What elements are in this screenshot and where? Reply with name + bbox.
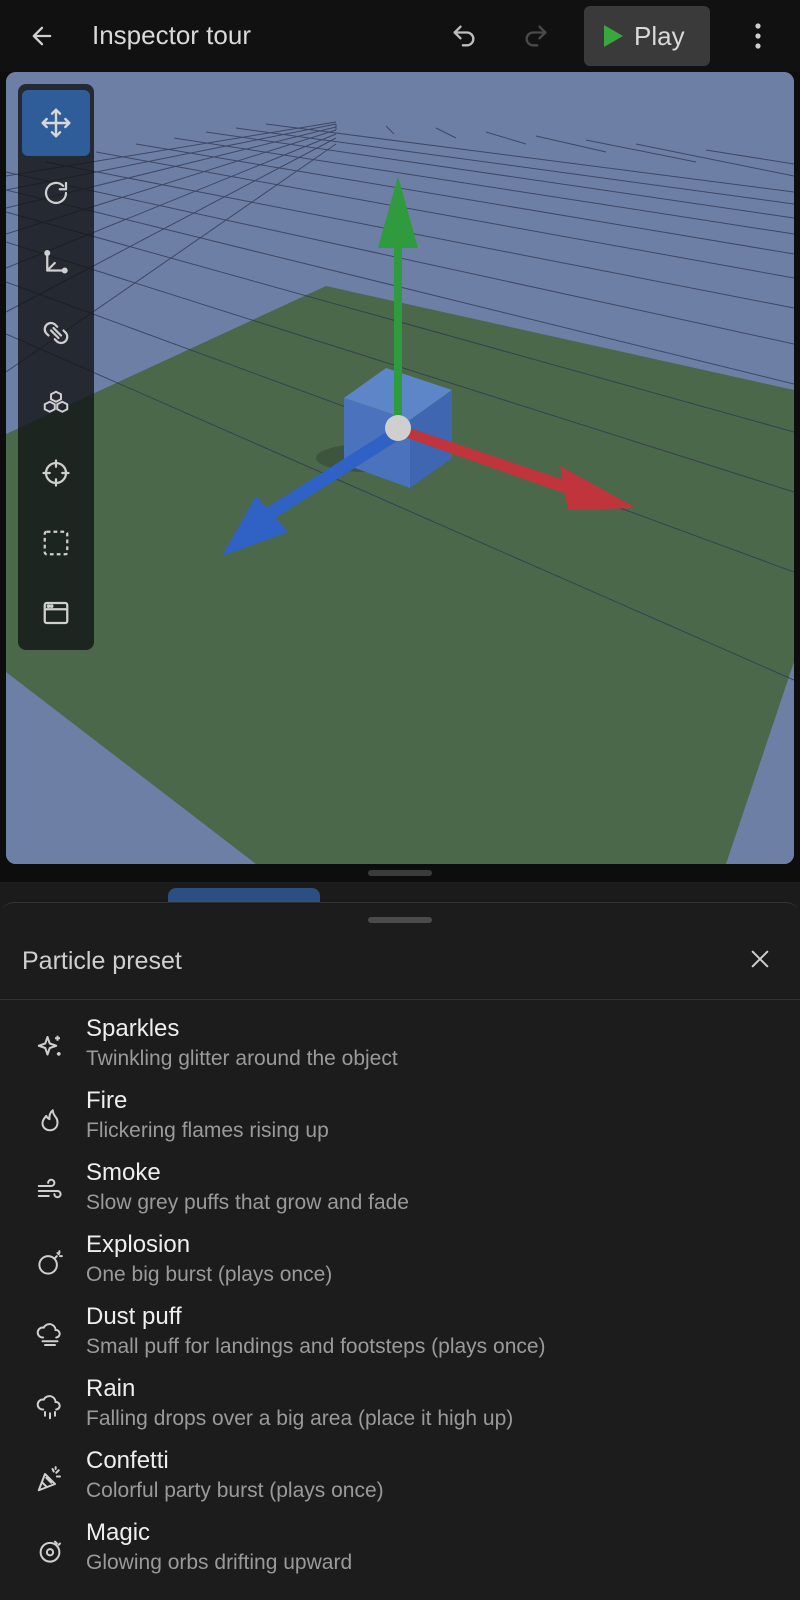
sheet-drag-handle[interactable] — [368, 917, 432, 923]
move-tool[interactable] — [22, 90, 90, 156]
preset-item-smoke[interactable]: Smoke Slow grey puffs that grow and fade — [0, 1153, 800, 1225]
preset-description: Twinkling glitter around the object — [86, 1047, 398, 1070]
party-popper-icon — [34, 1463, 66, 1495]
preset-description: Flickering flames rising up — [86, 1119, 329, 1142]
select-tool[interactable] — [22, 510, 90, 576]
top-bar: Inspector tour Play — [0, 0, 800, 72]
preset-description: Glowing orbs drifting upward — [86, 1551, 353, 1574]
preset-item-dust-puff[interactable]: Dust puff Small puff for landings and fo… — [0, 1297, 800, 1369]
preset-name: Smoke — [86, 1159, 161, 1186]
bomb-icon — [34, 1247, 66, 1279]
play-button[interactable]: Play — [584, 6, 710, 66]
scale-tool[interactable] — [22, 230, 90, 296]
preset-name: Magic — [86, 1519, 151, 1546]
sparkles-icon — [34, 1031, 66, 1063]
tool-rail — [18, 84, 94, 650]
preset-description: Slow grey puffs that grow and fade — [86, 1191, 409, 1214]
dashed-square-icon — [43, 530, 69, 556]
window-icon — [43, 601, 69, 625]
undo-button[interactable] — [444, 18, 484, 54]
rotate-icon — [44, 181, 68, 205]
more-options-button[interactable] — [742, 16, 774, 56]
wind-icon — [34, 1175, 66, 1207]
back-button[interactable] — [22, 18, 62, 54]
redo-icon — [525, 25, 547, 47]
focus-tool[interactable] — [22, 440, 90, 506]
close-icon — [751, 950, 769, 968]
play-triangle-icon — [604, 25, 623, 47]
flame-icon — [34, 1103, 66, 1135]
redo-button[interactable] — [516, 18, 556, 54]
preset-description: Colorful party burst (plays once) — [86, 1479, 384, 1502]
rotate-tool[interactable] — [22, 160, 90, 226]
play-label: Play — [634, 20, 685, 51]
axis-y-shaft — [394, 242, 402, 428]
undo-icon — [453, 25, 475, 47]
cloud-rain-icon — [34, 1391, 66, 1423]
sheet-title: Particle preset — [22, 947, 182, 975]
preset-item-sparkles[interactable]: Sparkles Twinkling glitter around the ob… — [0, 1009, 800, 1081]
objects-tool[interactable] — [22, 370, 90, 436]
preset-description: Small puff for landings and footsteps (p… — [86, 1335, 546, 1358]
particle-preset-sheet: Particle preset Sparkles Twinkling glitt… — [0, 902, 800, 1600]
preset-item-confetti[interactable]: Confetti Colorful party burst (plays onc… — [0, 1441, 800, 1513]
preset-description: One big burst (plays once) — [86, 1263, 333, 1286]
preset-name: Rain — [86, 1375, 136, 1402]
scene-render — [6, 72, 794, 864]
sheet-divider — [0, 999, 800, 1000]
preset-item-fire[interactable]: Fire Flickering flames rising up — [0, 1081, 800, 1153]
viewport-resize-handle[interactable] — [368, 870, 432, 876]
preset-item-rain[interactable]: Rain Falling drops over a big area (plac… — [0, 1369, 800, 1441]
preset-item-magic[interactable]: Magic Glowing orbs drifting upward — [0, 1513, 800, 1585]
preset-item-explosion[interactable]: Explosion One big burst (plays once) — [0, 1225, 800, 1297]
magnet-icon — [43, 321, 69, 345]
preset-list: Sparkles Twinkling glitter around the ob… — [0, 1009, 800, 1585]
arrow-left-icon — [32, 26, 52, 46]
preset-name: Fire — [86, 1087, 128, 1114]
scene-viewport[interactable] — [6, 72, 794, 864]
cloud-haze-icon — [34, 1319, 66, 1351]
cubes-icon — [43, 390, 69, 413]
pivot-handle — [385, 415, 411, 441]
snap-tool[interactable] — [22, 300, 90, 366]
scale-axis-icon — [44, 250, 68, 274]
page-title: Inspector tour — [92, 20, 251, 50]
window-tool[interactable] — [22, 580, 90, 646]
move-arrows-icon — [41, 108, 71, 138]
magic-orb-icon — [34, 1535, 66, 1567]
preset-name: Confetti — [86, 1447, 169, 1474]
more-vertical-icon — [755, 23, 761, 49]
preset-name: Explosion — [86, 1231, 191, 1258]
crosshair-icon — [42, 459, 70, 487]
preset-description: Falling drops over a big area (place it … — [86, 1407, 514, 1430]
preset-name: Sparkles — [86, 1015, 180, 1042]
close-button[interactable] — [742, 941, 778, 977]
preset-name: Dust puff — [86, 1303, 182, 1330]
